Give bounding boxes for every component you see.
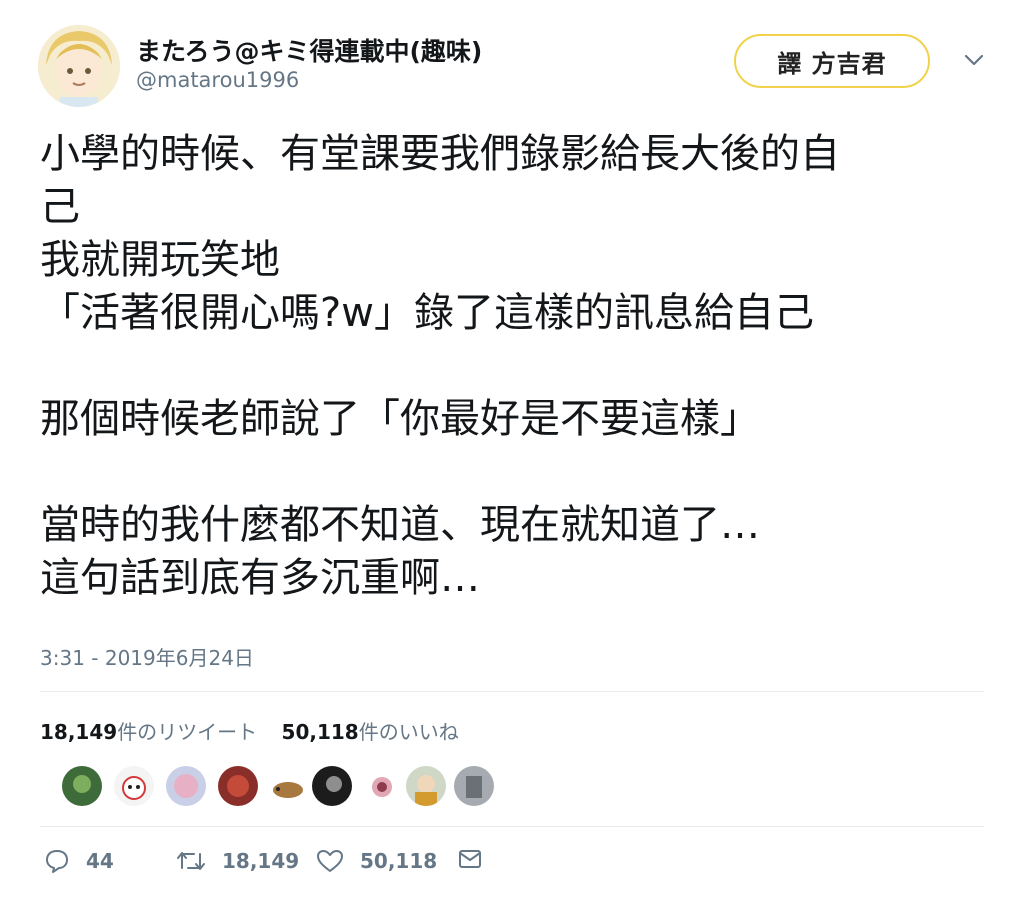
retweet-action-count: 18,149 xyxy=(222,849,300,873)
tweet-text: 小學的時候、有堂課要我們錄影給長大後的自 己 我就開玩笑地 「活著很開心嗎?w」… xyxy=(40,128,990,605)
retweet-icon xyxy=(177,852,205,870)
tweet-line: 小學的時候、有堂課要我們錄影給長大後的自 xyxy=(40,131,840,177)
message-button[interactable] xyxy=(458,848,498,870)
liker-avatar[interactable] xyxy=(62,766,102,806)
translator-badge: 譯 方吉君 xyxy=(734,34,930,88)
translator-badge-label: 譯 方吉君 xyxy=(777,49,887,78)
like-action-count: 50,118 xyxy=(360,849,438,873)
divider xyxy=(40,691,984,692)
liker-avatar[interactable] xyxy=(218,766,258,806)
like-count[interactable]: 50,118 xyxy=(282,720,359,744)
tweet-line: 我就開玩笑地 xyxy=(40,237,280,283)
like-count-label[interactable]: 件のいいね xyxy=(359,720,459,744)
liker-avatar[interactable] xyxy=(454,766,494,806)
liker-avatar[interactable] xyxy=(268,766,308,806)
reply-count: 44 xyxy=(86,849,114,873)
retweet-button[interactable]: 18,149 xyxy=(176,848,299,874)
reply-icon xyxy=(46,850,68,873)
avatar-illustration xyxy=(38,25,120,107)
tweet-line: 那個時候老師說了「你最好是不要這樣」 xyxy=(40,396,760,442)
user-handle[interactable]: @matarou1996 xyxy=(136,68,299,92)
tweet-line-blank xyxy=(40,340,990,393)
tweet-line: 當時的我什麼都不知道、現在就知道了… xyxy=(40,502,760,548)
tweet-line: 「活著很開心嗎?w」錄了這樣的訊息給自己 xyxy=(40,290,814,336)
reply-button[interactable]: 44 xyxy=(44,848,114,874)
tweet-line: 己 xyxy=(40,184,80,230)
liker-avatar[interactable] xyxy=(362,766,402,806)
liker-avatar[interactable] xyxy=(114,766,154,806)
chevron-down-icon[interactable] xyxy=(962,50,986,70)
retweet-count-label[interactable]: 件のリツイート xyxy=(117,720,257,744)
user-avatar[interactable] xyxy=(38,25,120,107)
tweet-line-blank xyxy=(40,446,990,499)
divider xyxy=(40,826,984,827)
liker-avatar[interactable] xyxy=(406,766,446,806)
tweet-line: 這句話到底有多沉重啊… xyxy=(40,555,480,601)
retweet-count[interactable]: 18,149 xyxy=(40,720,117,744)
envelope-icon xyxy=(459,850,481,868)
user-display-name[interactable]: またろう@キミ得連載中(趣味) xyxy=(136,32,482,68)
liker-avatar[interactable] xyxy=(312,766,352,806)
like-button[interactable]: 50,118 xyxy=(316,848,437,874)
engagement-stats: 18,149件のリツイート 50,118件のいいね xyxy=(40,716,477,745)
tweet-timestamp[interactable]: 3:31 - 2019年6月24日 xyxy=(40,642,254,671)
heart-icon xyxy=(317,850,343,872)
liker-avatar[interactable] xyxy=(166,766,206,806)
